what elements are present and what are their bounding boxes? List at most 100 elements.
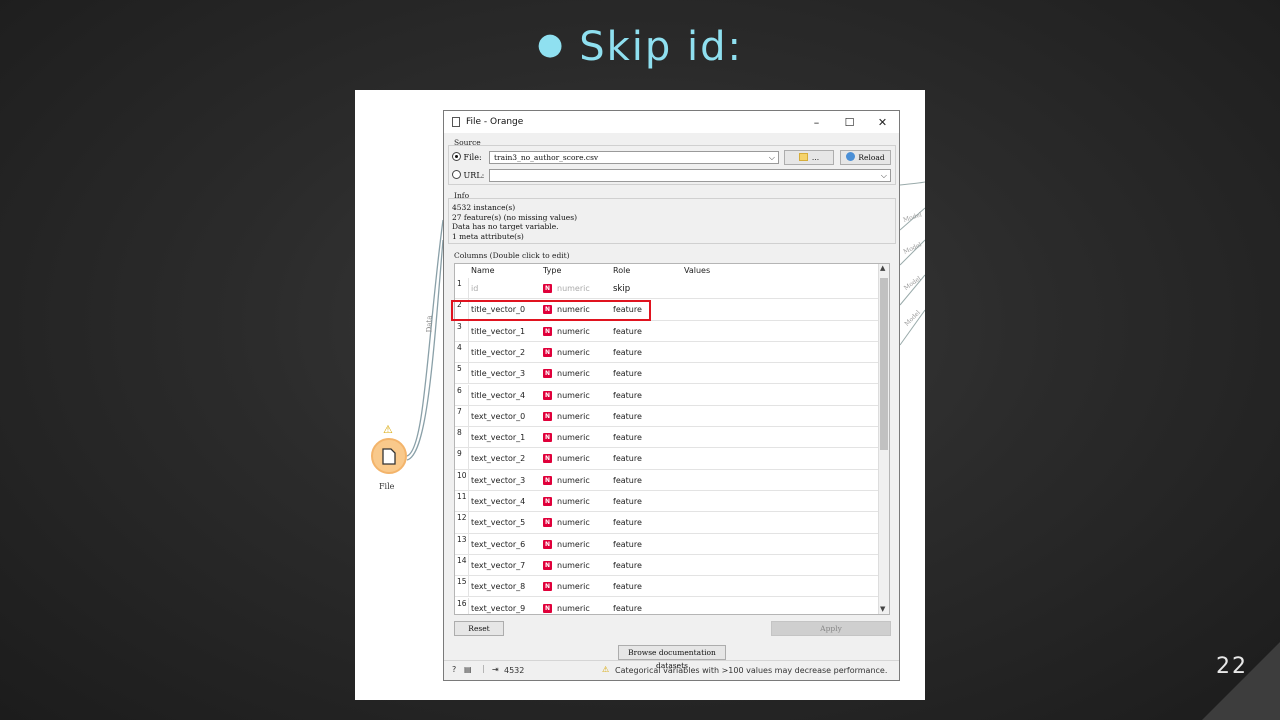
column-type[interactable]: numeric — [557, 518, 590, 527]
column-type[interactable]: numeric — [557, 604, 590, 613]
close-button[interactable]: ✕ — [866, 116, 899, 129]
header-role[interactable]: Role — [613, 266, 630, 275]
file-node-label: File — [379, 482, 395, 491]
table-row[interactable]: 7 text_vector_0 Nnumeric feature — [455, 405, 879, 428]
url-combo[interactable]: ⌵ — [489, 169, 891, 182]
column-type[interactable]: numeric — [557, 284, 590, 293]
table-row[interactable]: 8 text_vector_1 Nnumeric feature — [455, 427, 879, 449]
table-row[interactable]: 9 text_vector_2 Nnumeric feature — [455, 448, 879, 470]
header-values[interactable]: Values — [684, 266, 710, 275]
data-link-label: Data — [425, 315, 434, 333]
file-radio[interactable] — [452, 152, 461, 161]
column-name: text_vector_1 — [471, 433, 526, 443]
browse-docs-button[interactable]: Browse documentation datasets — [618, 645, 726, 670]
file-icon — [382, 447, 396, 465]
url-radio[interactable] — [452, 170, 461, 179]
column-role[interactable]: feature — [613, 391, 642, 400]
column-role[interactable]: feature — [613, 327, 642, 336]
info-line: Data has no target variable. — [452, 222, 559, 232]
row-number: 5 — [455, 363, 469, 384]
header-name[interactable]: Name — [471, 266, 495, 275]
column-role[interactable]: feature — [613, 433, 642, 442]
column-name: title_vector_4 — [471, 390, 526, 400]
table-row[interactable]: 11 text_vector_4 Nnumeric feature — [455, 491, 879, 513]
column-name: text_vector_7 — [471, 560, 526, 570]
skip-row-highlight — [451, 300, 651, 321]
maximize-button[interactable]: ☐ — [833, 116, 866, 129]
column-type[interactable]: numeric — [557, 412, 590, 421]
column-type[interactable]: numeric — [557, 540, 590, 549]
minimize-button[interactable]: – — [800, 116, 833, 129]
table-row[interactable]: 5 title_vector_3 Nnumeric feature — [455, 363, 879, 385]
column-role[interactable]: feature — [613, 369, 642, 378]
chevron-down-icon: ⌵ — [880, 171, 887, 180]
column-role[interactable]: feature — [613, 476, 642, 485]
row-number: 1 — [455, 278, 469, 299]
table-row[interactable]: 10 text_vector_3 Nnumeric feature — [455, 469, 879, 491]
column-role[interactable]: feature — [613, 497, 642, 506]
warning-icon: ⚠ — [602, 665, 610, 674]
row-number: 3 — [455, 320, 469, 341]
table-row[interactable]: 6 title_vector_4 Nnumeric feature — [455, 384, 879, 406]
numeric-icon: N — [543, 411, 552, 421]
header-type[interactable]: Type — [543, 266, 561, 275]
table-row[interactable]: 3 title_vector_1 Nnumeric feature — [455, 320, 879, 342]
row-number: 8 — [455, 427, 469, 448]
report-icon[interactable]: ▤ — [464, 665, 472, 674]
table-row[interactable]: 16 text_vector_9 Nnumeric feature — [455, 597, 879, 614]
warning-icon: ⚠ — [383, 423, 393, 436]
column-type[interactable]: numeric — [557, 582, 590, 591]
column-role[interactable]: feature — [613, 454, 642, 463]
scroll-thumb[interactable] — [880, 278, 888, 450]
apply-button[interactable]: Apply — [771, 621, 891, 636]
model-link-1 — [899, 181, 925, 186]
table-row[interactable]: 14 text_vector_7 Nnumeric feature — [455, 554, 879, 577]
column-role[interactable]: feature — [613, 518, 642, 527]
column-type[interactable]: numeric — [557, 497, 590, 506]
column-type[interactable]: numeric — [557, 561, 590, 570]
column-type[interactable]: numeric — [557, 369, 590, 378]
chevron-down-icon: ⌵ — [768, 153, 775, 162]
table-row[interactable]: 1 id Nnumeric skip — [455, 278, 879, 300]
column-name: text_vector_9 — [471, 603, 526, 613]
column-name: title_vector_1 — [471, 326, 526, 336]
output-count: 4532 — [504, 666, 525, 675]
column-type[interactable]: numeric — [557, 433, 590, 442]
file-combo[interactable]: train3_no_author_score.csv ⌵ — [489, 151, 779, 164]
file-node[interactable] — [371, 438, 407, 474]
column-role[interactable]: feature — [613, 582, 642, 591]
column-role[interactable]: feature — [613, 540, 642, 549]
file-radio-row[interactable]: File: — [452, 152, 482, 162]
table-row[interactable]: 13 text_vector_6 Nnumeric feature — [455, 533, 879, 555]
column-type[interactable]: numeric — [557, 454, 590, 463]
column-type[interactable]: numeric — [557, 327, 590, 336]
column-type[interactable]: numeric — [557, 348, 590, 357]
column-name: text_vector_2 — [471, 454, 526, 464]
file-dialog: File - Orange – ☐ ✕ Source File: train3_… — [443, 110, 900, 681]
column-role[interactable]: feature — [613, 604, 642, 613]
scroll-up-icon[interactable]: ▲ — [880, 264, 885, 272]
scroll-down-icon[interactable]: ▼ — [880, 605, 885, 613]
browse-file-button[interactable]: ... — [784, 150, 834, 165]
numeric-icon: N — [543, 284, 552, 293]
column-type[interactable]: numeric — [557, 391, 590, 400]
dialog-titlebar[interactable]: File - Orange – ☐ ✕ — [444, 111, 899, 133]
column-role[interactable]: feature — [613, 348, 642, 357]
table-row[interactable]: 4 title_vector_2 Nnumeric feature — [455, 341, 879, 364]
table-row[interactable]: 15 text_vector_8 Nnumeric feature — [455, 576, 879, 598]
url-radio-row[interactable]: URL: — [452, 170, 484, 180]
numeric-icon: N — [543, 518, 552, 528]
numeric-icon: N — [543, 347, 552, 357]
column-role[interactable]: feature — [613, 412, 642, 421]
column-name: title_vector_2 — [471, 347, 526, 357]
table-scrollbar[interactable]: ▲ ▼ — [878, 264, 889, 614]
column-role[interactable]: skip — [613, 284, 630, 294]
column-role[interactable]: feature — [613, 561, 642, 570]
help-icon[interactable]: ? — [452, 665, 456, 674]
row-number: 10 — [455, 469, 469, 490]
column-type[interactable]: numeric — [557, 476, 590, 485]
reload-button[interactable]: Reload — [840, 150, 891, 165]
row-number: 7 — [455, 405, 469, 427]
reset-button[interactable]: Reset — [454, 621, 504, 636]
table-row[interactable]: 12 text_vector_5 Nnumeric feature — [455, 512, 879, 534]
